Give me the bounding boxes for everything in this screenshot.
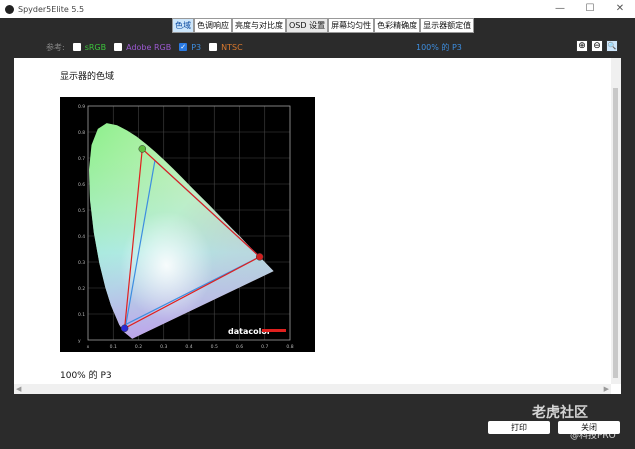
srgb-checkbox[interactable] <box>72 43 81 51</box>
report-panel: 显示器的色域 x 0.1 0.2 0.3 0.4 0.5 0.6 0.7 0.8 y 0.1 0.2 0… <box>14 58 621 394</box>
zoom-fit-icon[interactable]: 🔍 <box>606 40 618 52</box>
tab-color-accuracy[interactable]: 色彩精确度 <box>374 18 421 33</box>
y-tick-label: 0.5 <box>78 208 85 214</box>
cie-chart: x 0.1 0.2 0.3 0.4 0.5 0.6 0.7 0.8 y 0.1 0.2 0.3 0.4 0.… <box>60 97 315 352</box>
tab-osd-settings[interactable]: OSD 设置 <box>286 18 329 33</box>
ntsc-label: NTSC <box>221 42 243 52</box>
x-tick-label: 0.1 <box>110 344 117 350</box>
p3-label: P3 <box>191 42 202 52</box>
x-tick-label: 0.7 <box>261 344 268 350</box>
x-tick-label: 0.6 <box>236 344 243 350</box>
primary-point <box>255 253 264 261</box>
coverage-text: 100% 的 P3 <box>416 42 462 52</box>
adobe-rgb-label: Adobe RGB <box>126 42 172 52</box>
x-tick-label: 0.5 <box>211 344 218 350</box>
scroll-left-icon[interactable]: ◀ <box>16 384 21 394</box>
y-tick-label: 0.7 <box>78 156 85 162</box>
y-tick-label: 0.8 <box>78 130 85 136</box>
x-tick-label: 0.3 <box>160 344 167 350</box>
app-icon <box>5 4 14 14</box>
tab-uniformity[interactable]: 屏幕均匀性 <box>328 18 375 33</box>
cie-chart-svg: x 0.1 0.2 0.3 0.4 0.5 0.6 0.7 0.8 y 0.1 0.2 0.3 0.4 0.… <box>78 104 294 350</box>
p3-checkbox[interactable]: ✓ <box>179 43 188 51</box>
tab-brightness-contrast[interactable]: 亮度与对比度 <box>232 18 286 33</box>
watermark-sub: @科技PRO <box>570 431 616 441</box>
ntsc-checkbox[interactable] <box>209 43 218 51</box>
primary-point <box>120 324 129 333</box>
y-tick-label: 0.9 <box>78 104 85 110</box>
tab-tone-response[interactable]: 色调响应 <box>194 18 232 33</box>
adobe-rgb-checkbox[interactable] <box>114 43 123 51</box>
tab-bar: 色域 色调响应 亮度与对比度 OSD 设置 屏幕均匀性 色彩精确度 显示器额定值 <box>172 18 475 33</box>
tab-display-rating[interactable]: 显示器额定值 <box>420 18 475 33</box>
y-tick-label: 0.6 <box>78 182 85 188</box>
zoom-out-icon[interactable]: ⊖ <box>591 40 603 52</box>
zoom-in-icon[interactable]: ⊕ <box>576 40 588 52</box>
x-tick-label: 0.2 <box>135 344 142 350</box>
y-tick-label: y <box>78 339 81 344</box>
title-bar: Spyder5Elite 5.5 — ☐ ✕ <box>0 0 635 18</box>
y-tick-label: 0.4 <box>78 234 85 240</box>
primary-point <box>138 145 147 153</box>
minimize-button[interactable]: — <box>545 0 575 18</box>
x-tick-label: 0.8 <box>286 344 293 350</box>
scroll-right-icon[interactable]: ▶ <box>604 384 609 394</box>
reference-toolbar: 参考: sRGB Adobe RGB ✓ P3 NTSC 100% 的 P3 ⊕ … <box>46 40 621 54</box>
vertical-scrollbar[interactable] <box>611 58 621 384</box>
logo-bar <box>262 329 286 332</box>
srgb-label: sRGB <box>84 42 107 52</box>
horizontal-scrollbar[interactable]: ◀ ▶ <box>14 384 611 394</box>
vertical-scroll-thumb[interactable] <box>613 88 618 378</box>
watermark-text: 老虎社区 <box>532 405 588 421</box>
report-caption: 100% 的 P3 <box>60 371 112 381</box>
tab-gamut[interactable]: 色域 <box>172 18 194 33</box>
x-tick-label: x <box>87 345 90 350</box>
print-button[interactable]: 打印 <box>488 421 550 434</box>
maximize-button[interactable]: ☐ <box>575 0 605 18</box>
white-point-glow <box>89 123 274 339</box>
window-title: Spyder5Elite 5.5 <box>18 4 85 14</box>
reference-label: 参考: <box>46 42 65 52</box>
y-tick-label: 0.1 <box>78 312 85 318</box>
x-tick-label: 0.4 <box>185 344 192 350</box>
report-heading: 显示器的色域 <box>60 72 115 82</box>
close-window-button[interactable]: ✕ <box>605 0 635 18</box>
y-tick-label: 0.3 <box>78 260 85 266</box>
y-tick-label: 0.2 <box>78 286 85 292</box>
